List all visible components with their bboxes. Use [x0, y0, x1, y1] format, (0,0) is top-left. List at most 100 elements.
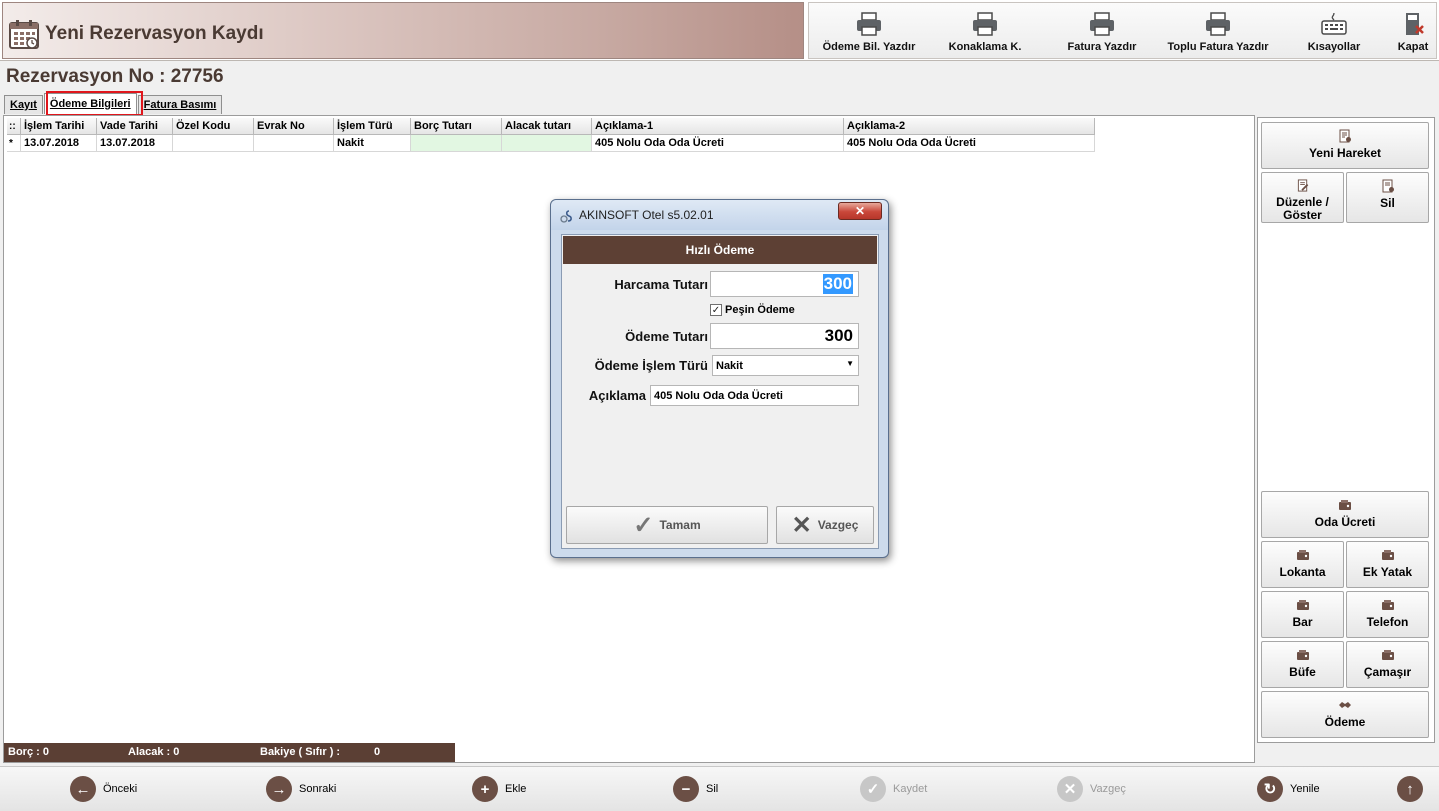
- handshake-icon: [1339, 702, 1351, 708]
- column-header[interactable]: İşlem Türü: [334, 118, 411, 135]
- shortcuts-button[interactable]: Kısayollar: [1297, 3, 1371, 60]
- toolbar: Ödeme Bil. Yazdır Konaklama K. Fatura Ya…: [808, 2, 1437, 59]
- extra-bed-button[interactable]: Ek Yatak: [1346, 541, 1429, 588]
- ok-button[interactable]: ✓ Tamam: [566, 506, 768, 544]
- restaurant-button[interactable]: Lokanta: [1261, 541, 1344, 588]
- cancel-button[interactable]: ✕ Vazgeç: [1057, 776, 1126, 802]
- column-header[interactable]: Borç Tutarı: [411, 118, 502, 135]
- table-cell[interactable]: 13.07.2018: [21, 135, 97, 152]
- table-cell[interactable]: [254, 135, 334, 152]
- payment-button[interactable]: Ödeme: [1261, 691, 1429, 738]
- spend-amount-value: 300: [822, 274, 853, 294]
- toolbar-label: Toplu Fatura Yazdır: [1167, 41, 1269, 53]
- buffet-button[interactable]: Büfe: [1261, 641, 1344, 688]
- column-header[interactable]: Vade Tarihi: [97, 118, 173, 135]
- table-cell[interactable]: [502, 135, 592, 152]
- nav-label: Önceki: [103, 783, 138, 795]
- printer-icon: [1090, 12, 1114, 36]
- print-bulk-invoice-button[interactable]: Toplu Fatura Yazdır: [1159, 3, 1277, 60]
- spend-amount-label: Harcama Tutarı: [614, 277, 708, 292]
- delete-record-button[interactable]: − Sil: [673, 776, 718, 802]
- button-label: Yeni Hareket: [1308, 146, 1382, 160]
- button-label: Düzenle / Göster: [1276, 195, 1329, 222]
- toolbar-label: Ödeme Bil. Yazdır: [822, 41, 916, 53]
- description-input[interactable]: 405 Nolu Oda Oda Ücreti: [650, 385, 859, 406]
- next-button[interactable]: → Sonraki: [266, 776, 336, 802]
- table-cell[interactable]: [173, 135, 254, 152]
- header-bar: Yeni Rezervasyon Kaydı Ödeme Bil. Yazdır…: [0, 0, 1439, 61]
- checkmark-icon: ✓: [633, 511, 654, 539]
- close-button[interactable]: Kapat: [1389, 3, 1437, 60]
- button-label: Çamaşır: [1363, 665, 1412, 679]
- document-edit-icon: [1297, 179, 1308, 192]
- payment-amount-value: 300: [824, 326, 853, 345]
- spend-amount-input[interactable]: 300: [710, 271, 859, 297]
- button-label: Ek Yatak: [1362, 565, 1413, 579]
- wallet-icon: [1381, 550, 1394, 560]
- button-label: Telefon: [1366, 615, 1409, 629]
- button-label: Lokanta: [1279, 565, 1326, 579]
- room-fee-button[interactable]: Oda Ücreti: [1261, 491, 1429, 538]
- wallet-icon: [1381, 600, 1394, 610]
- cash-payment-checkbox[interactable]: ✓ Peşin Ödeme: [710, 304, 795, 316]
- table-cell[interactable]: 405 Nolu Oda Oda Ücreti: [844, 135, 1095, 152]
- column-header[interactable]: Alacak tutarı: [502, 118, 592, 135]
- refresh-icon: ↻: [1257, 776, 1283, 802]
- laundry-button[interactable]: Çamaşır: [1346, 641, 1429, 688]
- payment-type-select[interactable]: Nakit ▼: [712, 355, 859, 376]
- check-icon: ✓: [860, 776, 886, 802]
- save-button[interactable]: ✓ Kaydet: [860, 776, 927, 802]
- printer-icon: [857, 12, 881, 36]
- balance-label: Bakiye ( Sıfır ) :: [260, 746, 341, 758]
- nav-label: Ekle: [505, 783, 527, 795]
- cancel-dialog-button[interactable]: ✕ Vazgeç: [776, 506, 874, 544]
- nav-label: Sonraki: [299, 783, 337, 795]
- payment-amount-input[interactable]: 300: [710, 323, 859, 349]
- button-label: Büfe: [1289, 665, 1316, 679]
- telephone-button[interactable]: Telefon: [1346, 591, 1429, 638]
- table-cell[interactable]: 405 Nolu Oda Oda Ücreti: [592, 135, 844, 152]
- nav-label: Kaydet: [893, 783, 928, 795]
- column-header[interactable]: Özel Kodu: [173, 118, 254, 135]
- debt-total: Borç : 0: [8, 746, 49, 758]
- button-label: Ödeme: [1324, 715, 1366, 729]
- table-row[interactable]: * 13.07.2018 13.07.2018 Nakit 405 Nolu O…: [7, 135, 1096, 152]
- row-indicator: *: [7, 135, 21, 152]
- delete-button[interactable]: Sil: [1346, 172, 1429, 223]
- column-header[interactable]: ::: [7, 118, 21, 135]
- new-transaction-button[interactable]: Yeni Hareket: [1261, 122, 1429, 169]
- bar-button[interactable]: Bar: [1261, 591, 1344, 638]
- tab-kayit[interactable]: Kayıt: [4, 95, 43, 114]
- print-invoice-button[interactable]: Fatura Yazdır: [1057, 3, 1147, 60]
- toolbar-label: Konaklama K.: [948, 41, 1022, 53]
- cash-payment-label: Peşin Ödeme: [725, 304, 795, 316]
- column-header[interactable]: Açıklama-1: [592, 118, 844, 135]
- exit-icon: [1406, 13, 1424, 35]
- toolbar-label: Kapat: [1397, 41, 1429, 53]
- column-header[interactable]: Evrak No: [254, 118, 334, 135]
- tab-odeme-bilgileri[interactable]: Ödeme Bilgileri: [43, 93, 137, 114]
- tab-fatura-basimi[interactable]: Fatura Basımı: [137, 95, 223, 114]
- payment-type-label: Ödeme İşlem Türü: [594, 358, 708, 373]
- print-payment-info-button[interactable]: Ödeme Bil. Yazdır: [815, 3, 923, 60]
- add-button[interactable]: + Ekle: [472, 776, 526, 802]
- document-delete-icon: [1382, 179, 1394, 193]
- dialog-close-button[interactable]: ✕: [838, 202, 882, 220]
- refresh-button[interactable]: ↻ Yenile: [1257, 776, 1320, 802]
- table-cell[interactable]: [411, 135, 502, 152]
- table-cell[interactable]: 13.07.2018: [97, 135, 173, 152]
- column-header[interactable]: İşlem Tarihi: [21, 118, 97, 135]
- nav-label: Sil: [706, 783, 719, 795]
- column-header[interactable]: Açıklama-2: [844, 118, 1095, 135]
- dialog-titlebar[interactable]: AKINSOFT Otel s5.02.01 ✕: [551, 200, 888, 230]
- print-accommodation-button[interactable]: Konaklama K.: [935, 3, 1035, 60]
- scroll-top-button[interactable]: ↑: [1397, 776, 1423, 802]
- wallet-icon: [1296, 650, 1309, 660]
- minus-icon: −: [673, 776, 699, 802]
- previous-button[interactable]: ← Önceki: [70, 776, 137, 802]
- description-value: 405 Nolu Oda Oda Ücreti: [654, 389, 783, 402]
- edit-show-button[interactable]: Düzenle / Göster: [1261, 172, 1344, 223]
- table-cell[interactable]: Nakit: [334, 135, 411, 152]
- payment-type-value: Nakit: [716, 359, 743, 372]
- document-add-icon: [1339, 129, 1351, 143]
